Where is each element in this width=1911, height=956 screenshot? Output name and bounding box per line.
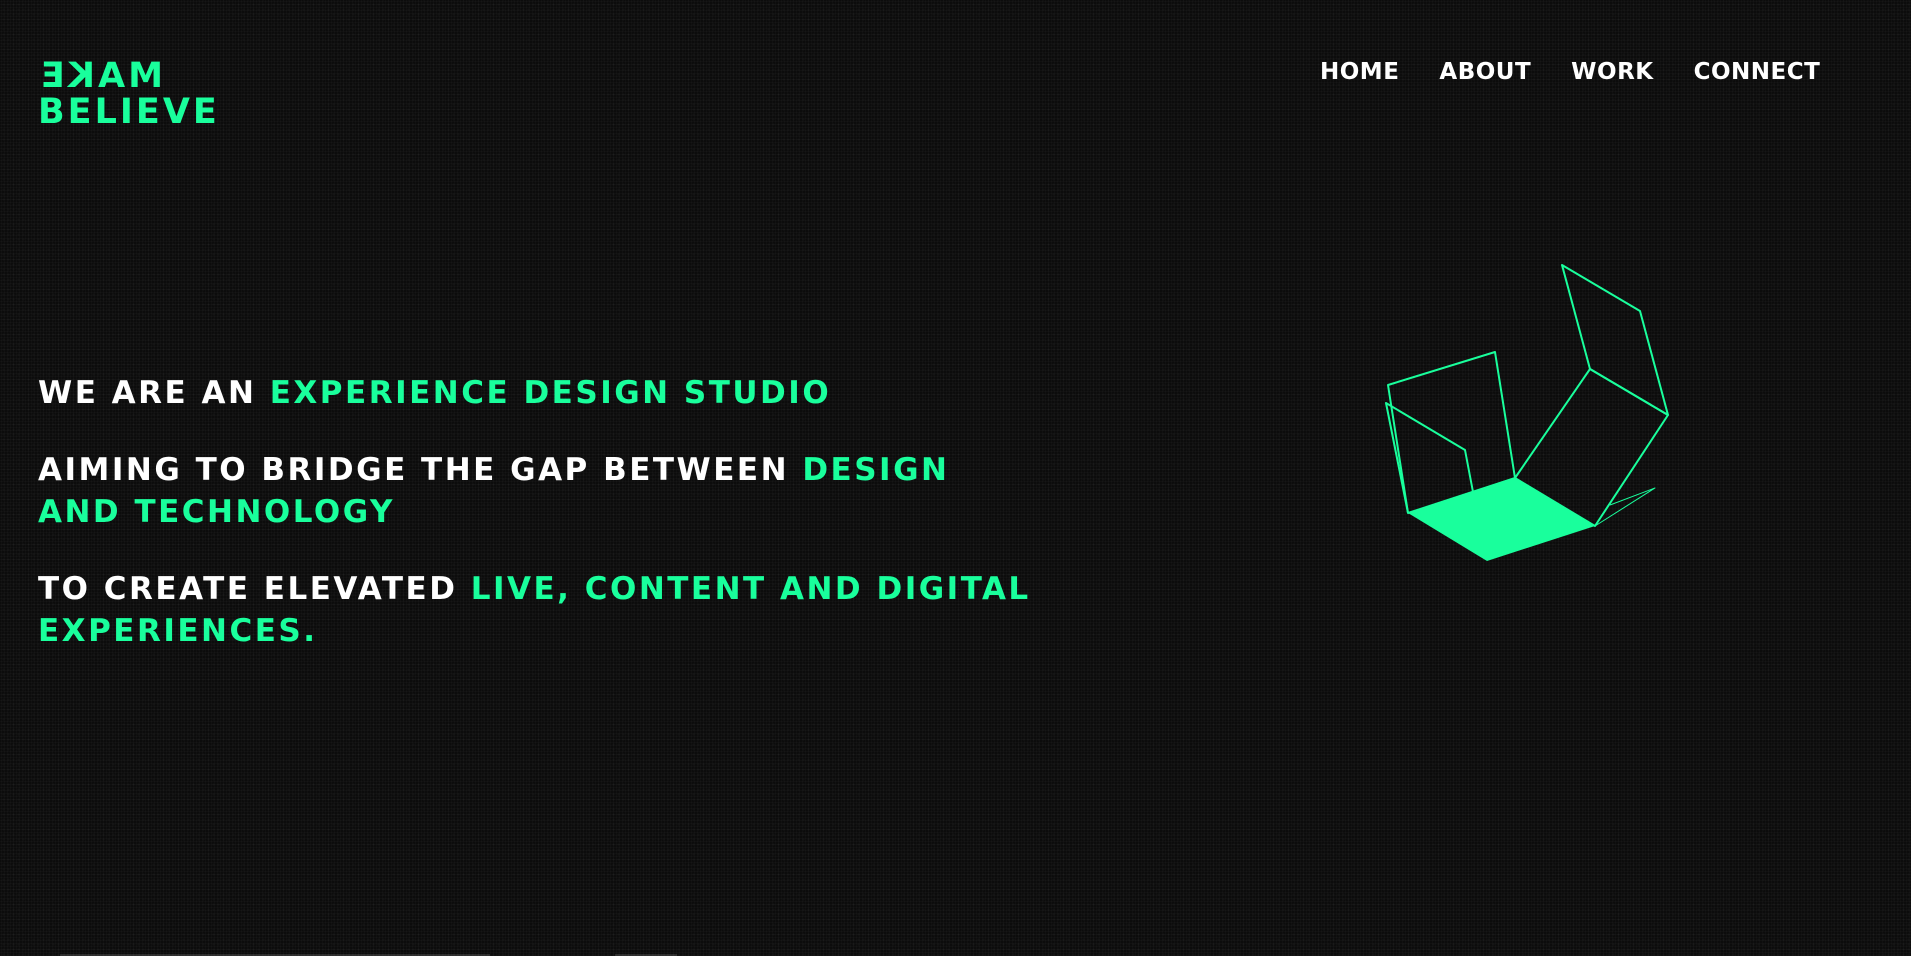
hero-line-3-text: TO CREATE ELEVATED (38, 571, 471, 607)
unfolded-cube-icon (1385, 264, 1669, 561)
hero-line-2: AIMING TO BRIDGE THE GAP BETWEEN DESIGN … (38, 449, 1038, 533)
hero-line-1: WE ARE AN EXPERIENCE DESIGN STUDIO (38, 372, 1038, 414)
logo-line-make: MAKE (38, 56, 163, 96)
hero-statement: WE ARE AN EXPERIENCE DESIGN STUDIO AIMIN… (38, 372, 1038, 687)
brand-logo[interactable]: MAKE BELIEVE (38, 56, 220, 132)
hero-line-1-text: WE ARE AN (38, 375, 270, 411)
nav-connect-link[interactable]: CONNECT (1694, 56, 1821, 88)
hero-line-2-text: AIMING TO BRIDGE THE GAP BETWEEN (38, 452, 803, 488)
nav-about-link[interactable]: ABOUT (1439, 56, 1531, 88)
hero-line-3: TO CREATE ELEVATED LIVE, CONTENT AND DIG… (38, 568, 1038, 652)
nav-work-link[interactable]: WORK (1571, 56, 1653, 88)
nav-home-link[interactable]: HOME (1320, 56, 1399, 88)
logo-line-believe: BELIEVE (38, 92, 220, 132)
main-nav: HOME ABOUT WORK CONNECT (1320, 56, 1860, 88)
hero-line-1-highlight: EXPERIENCE DESIGN STUDIO (269, 375, 832, 411)
